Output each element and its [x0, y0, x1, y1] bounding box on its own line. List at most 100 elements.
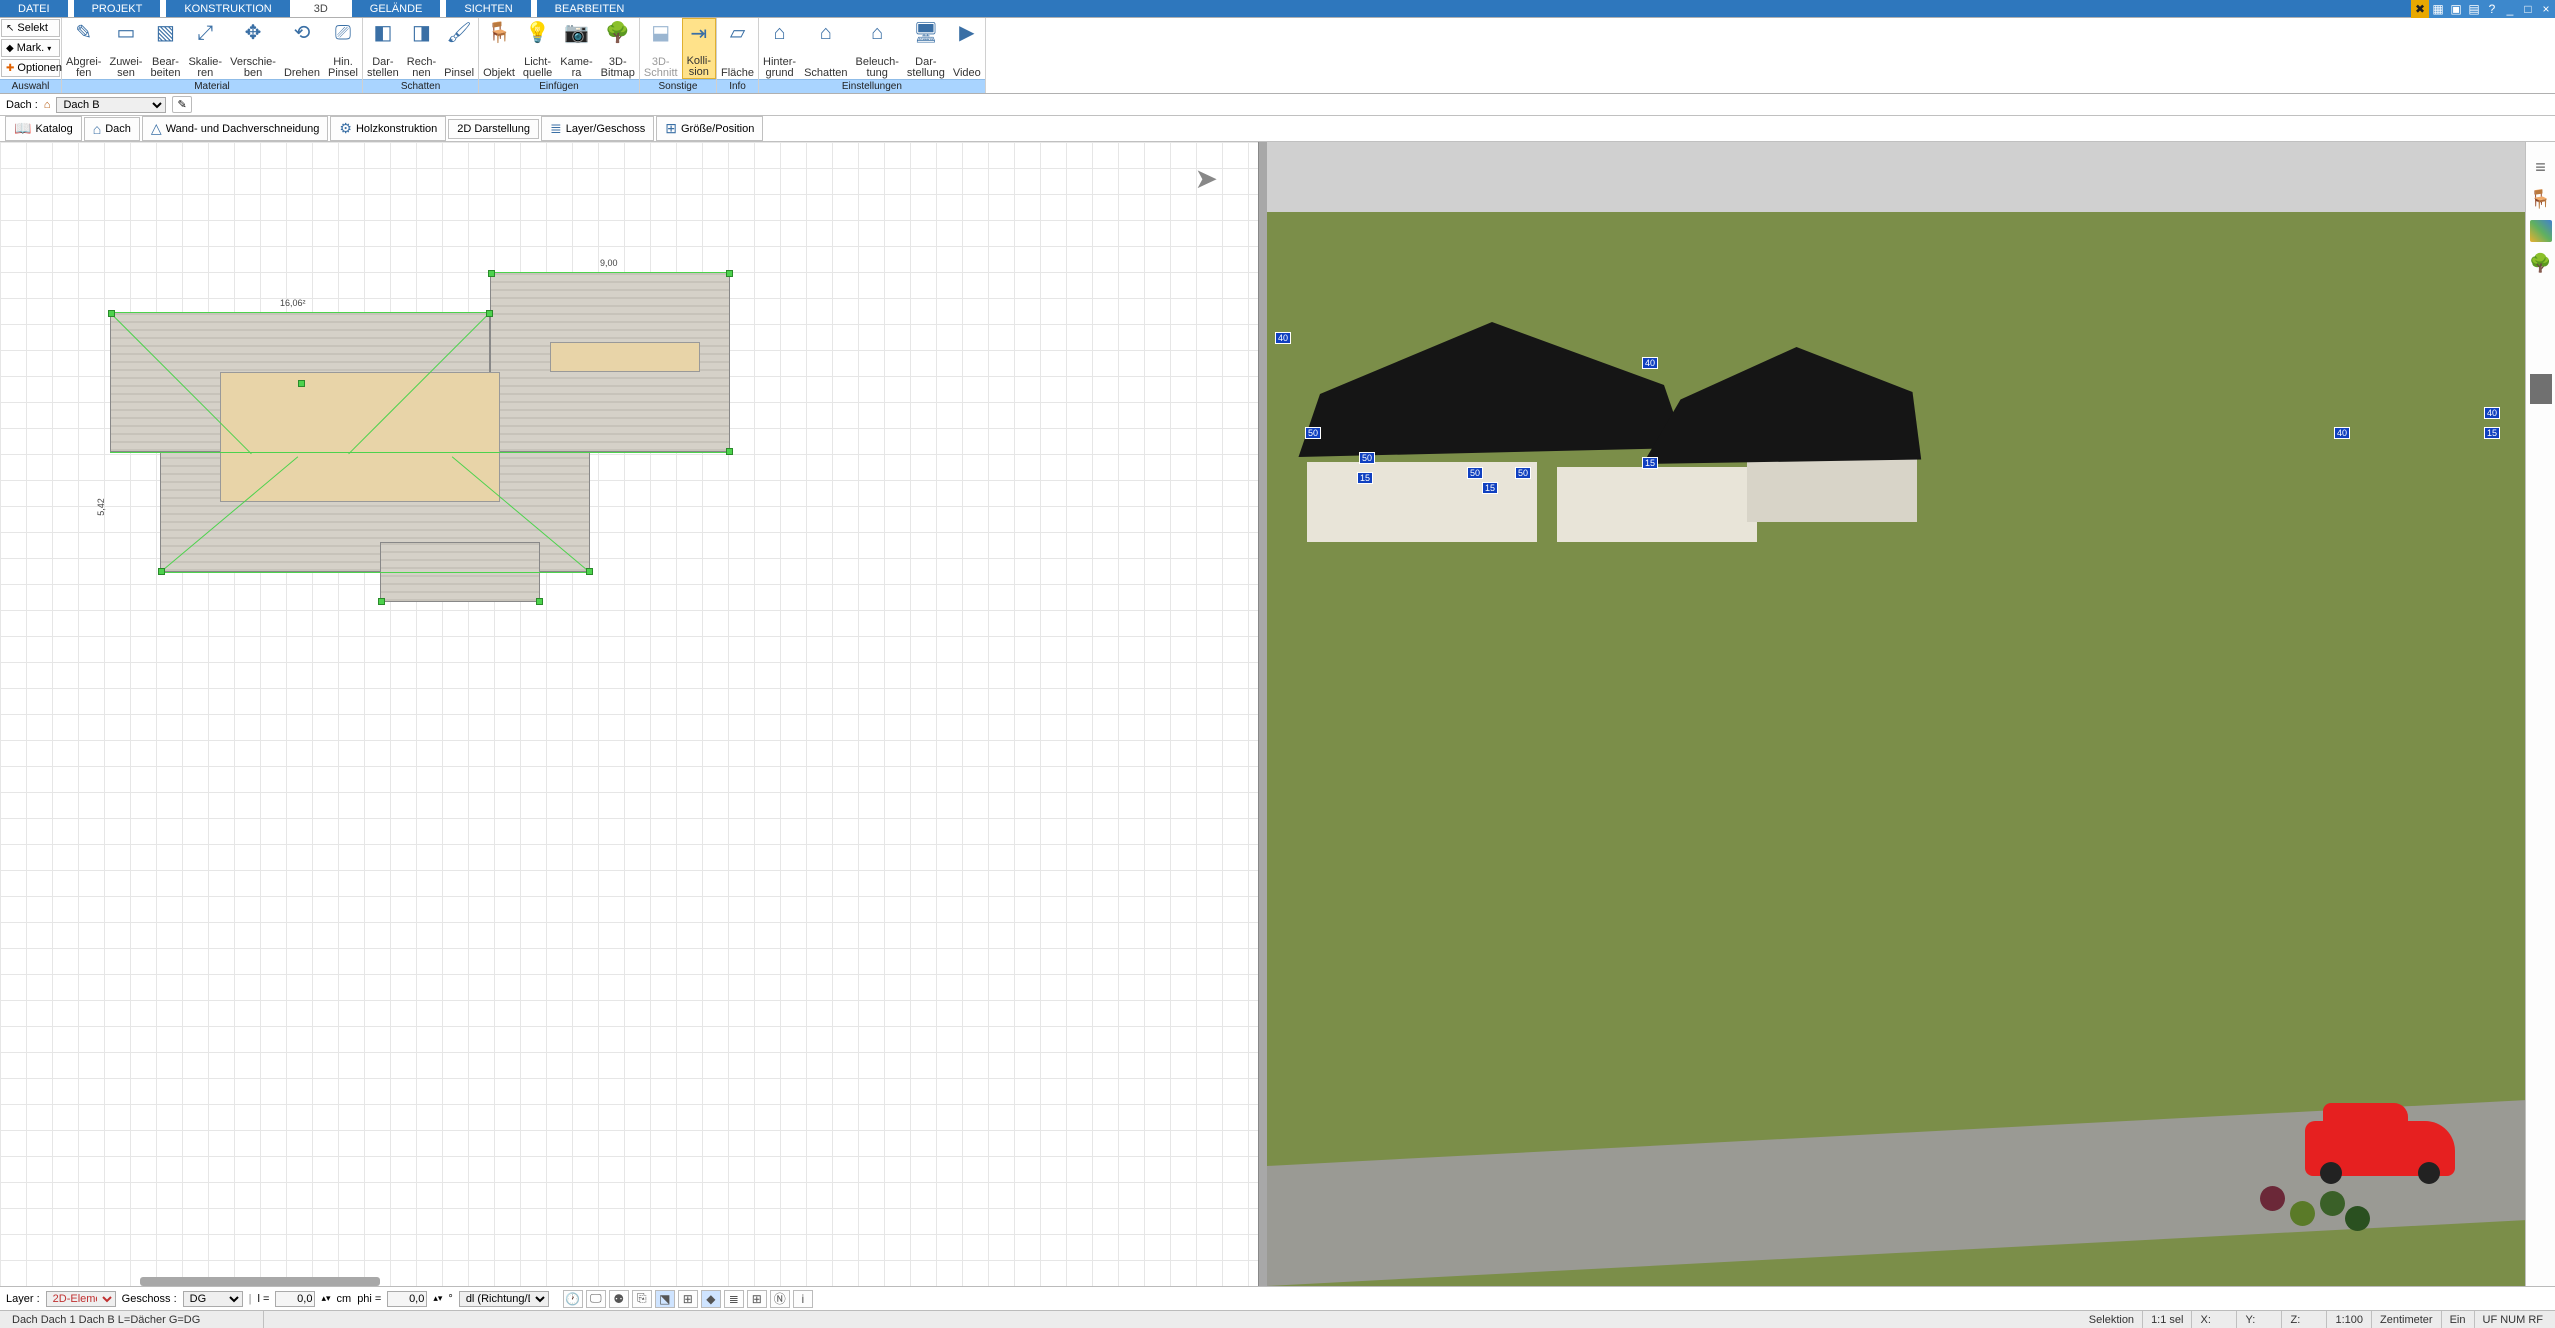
ribbon-darstellung-button[interactable]: 🖥Dar-stellung	[903, 18, 949, 79]
ribbon-verschieben-button[interactable]: ✥ Verschie-ben	[226, 18, 280, 79]
window-icon-1[interactable]: ▦	[2429, 0, 2447, 18]
ortho-icon[interactable]: ◆	[701, 1290, 721, 1308]
menu-3d[interactable]: 3D	[296, 0, 346, 17]
toolbar-wandunddachverschneidung-button[interactable]: △Wand- und Dachverschneidung	[142, 116, 328, 141]
view-splitter[interactable]	[1259, 142, 1267, 1286]
ribbon-kamera-button[interactable]: 📷Kame-ra	[556, 18, 596, 79]
snap-icon[interactable]: ⬔	[655, 1290, 675, 1308]
materials-icon[interactable]	[2530, 220, 2552, 242]
toolbar-dach-button[interactable]: ⌂Dach	[84, 117, 140, 141]
menu-datei[interactable]: DATEI	[0, 0, 68, 17]
ribbon-rechnen-button[interactable]: ◨Rech-nen	[403, 18, 440, 79]
car-model[interactable]	[2305, 1121, 2455, 1176]
toolbar-layergeschoss-button[interactable]: ≣Layer/Geschoss	[541, 116, 654, 141]
floor-plan[interactable]: 16,06² 9,00 5,42	[50, 262, 750, 612]
menu-konstruktion[interactable]: KONSTRUKTION	[166, 0, 289, 17]
ribbon-darstellen-button[interactable]: ◧Dar-stellen	[363, 18, 403, 79]
ribbon-hin.pinsel-button[interactable]: ⎚Hin.Pinsel	[324, 18, 362, 79]
north-icon[interactable]: Ⓝ	[770, 1290, 790, 1308]
layer-label: Layer :	[6, 1293, 40, 1305]
toolbar-ddarstellung-button[interactable]: 2D Darstellung	[448, 119, 539, 139]
rechnen-icon: ◨	[412, 21, 431, 45]
kollision-icon: ⇥	[690, 22, 707, 46]
greposition-icon: ⊞	[665, 120, 677, 137]
ribbon-lichtquelle-button[interactable]: 💡Licht-quelle	[519, 18, 556, 79]
status-bar: Dach Dach 1 Dach B L=Dächer G=DG Selekti…	[0, 1310, 2555, 1328]
tools-icon[interactable]: ✖	[2411, 0, 2429, 18]
ribbon-label: Hin.Pinsel	[328, 57, 358, 79]
furniture-icon[interactable]: 🪑	[2530, 188, 2552, 210]
grid-icon[interactable]: ⊞	[747, 1290, 767, 1308]
side-drag-handle[interactable]	[2530, 374, 2552, 404]
ribbon-schatten-button[interactable]: ⌂Schatten	[800, 18, 851, 79]
roof-icon: ⌂	[44, 99, 51, 111]
status-selektion: Selektion	[2081, 1311, 2143, 1328]
ribbon-label: Licht-quelle	[523, 57, 552, 79]
geschoss-select[interactable]: DG	[183, 1291, 243, 1307]
ribbon-bearbeiten-button[interactable]: ▧Bear-beiten	[146, 18, 184, 79]
view-3d[interactable]: 40 40 40 40 50 50 50 50 15 15 15 15	[1267, 142, 2525, 1286]
ribbon-label: Verschie-ben	[230, 57, 276, 79]
edit-pencil-icon[interactable]: ✎	[172, 96, 191, 113]
info-icon[interactable]: i	[793, 1290, 813, 1308]
ribbon-pinsel-button[interactable]: 🖌Pinsel	[440, 18, 478, 79]
drehen-icon: ⟲	[294, 21, 311, 45]
ribbon-abgreifen-button[interactable]: ✎Abgrei-fen	[62, 18, 105, 79]
ribbon-kollision-button[interactable]: ⇥Kolli-sion	[682, 18, 716, 79]
status-sel: 1:1 sel	[2143, 1311, 2192, 1328]
copy-icon[interactable]: ⎘	[632, 1290, 652, 1308]
group-icon[interactable]: ⚉	[609, 1290, 629, 1308]
group-label-info: Info	[717, 79, 758, 93]
menu-bearbeiten[interactable]: BEARBEITEN	[537, 0, 643, 17]
selekt-button[interactable]: ↖Selekt	[1, 19, 60, 37]
video-icon: ▶	[959, 21, 974, 45]
window-icon-2[interactable]: ▣	[2447, 0, 2465, 18]
layer-select[interactable]: 2D-Elemen	[46, 1291, 116, 1307]
verschieben-icon: ✥	[245, 21, 262, 45]
clock-icon[interactable]: 🕐	[563, 1290, 583, 1308]
ribbon-fläche-button[interactable]: ▱Fläche	[717, 18, 758, 79]
close-icon[interactable]: ×	[2537, 0, 2555, 18]
ribbon-drehen-button[interactable]: ⟲Drehen	[280, 18, 324, 79]
grid-snap-icon[interactable]: ⊞	[678, 1290, 698, 1308]
toolbar-holzkonstruktion-button[interactable]: ⚙Holzkonstruktion	[330, 116, 446, 141]
minimize-icon[interactable]: _	[2501, 0, 2519, 18]
layers-icon[interactable]: ≡	[2530, 156, 2552, 178]
menu-gelaende[interactable]: GELÄNDE	[352, 0, 441, 17]
tree-icon[interactable]: 🌳	[2530, 252, 2552, 274]
ribbon-3dbitmap-button[interactable]: 🌳3D-Bitmap	[597, 18, 639, 79]
ribbon-label: Fläche	[721, 68, 754, 79]
phi-input[interactable]	[387, 1291, 427, 1307]
view-2d[interactable]: ➤	[0, 142, 1259, 1286]
house-model[interactable]	[1277, 312, 1927, 512]
window-icon-3[interactable]: ▤	[2465, 0, 2483, 18]
menu-sichten[interactable]: SICHTEN	[446, 0, 530, 17]
layer-icon[interactable]: ≣	[724, 1290, 744, 1308]
ribbon-label: Pinsel	[444, 68, 474, 79]
ribbon-video-button[interactable]: ▶Video	[949, 18, 985, 79]
plus-icon: ✚	[6, 63, 14, 74]
ribbon-hintergrund-button[interactable]: ⌂Hinter-grund	[759, 18, 800, 79]
ribbon-objekt-button[interactable]: 🪑Objekt	[479, 18, 519, 79]
ribbon-beleuchtung-button[interactable]: ⌂Beleuch-tung	[851, 18, 902, 79]
dach-label: Dach :	[6, 99, 38, 111]
help-icon[interactable]: ?	[2483, 0, 2501, 18]
toolbar-katalog-button[interactable]: 📖Katalog	[5, 116, 82, 141]
maximize-icon[interactable]: □	[2519, 0, 2537, 18]
optionen-button[interactable]: ✚Optionen	[1, 59, 60, 77]
ribbon-label: Beleuch-tung	[855, 57, 898, 79]
mark-button[interactable]: ◆Mark.▾	[1, 39, 60, 57]
monitor-icon[interactable]: 🖵	[586, 1290, 606, 1308]
toolbar-greposition-button[interactable]: ⊞Größe/Position	[656, 116, 763, 141]
menu-projekt[interactable]: PROJEKT	[74, 0, 161, 17]
ribbon-3dschnitt-button[interactable]: ⬓3D-Schnitt	[640, 18, 682, 79]
horizontal-scrollbar[interactable]	[140, 1277, 380, 1286]
dach-select[interactable]: Dach B	[56, 97, 166, 113]
hintergrund-icon: ⌂	[774, 21, 786, 45]
ribbon-skalieren-button[interactable]: ⤢Skalie-ren	[184, 18, 226, 79]
angle-label: 50	[1305, 427, 1321, 439]
mode-select[interactable]: dl (Richtung/Di	[459, 1291, 549, 1307]
ribbon-zuweisen-button[interactable]: ▭Zuwei-sen	[105, 18, 146, 79]
l-input[interactable]	[275, 1291, 315, 1307]
dach-icon: ⌂	[93, 121, 101, 137]
